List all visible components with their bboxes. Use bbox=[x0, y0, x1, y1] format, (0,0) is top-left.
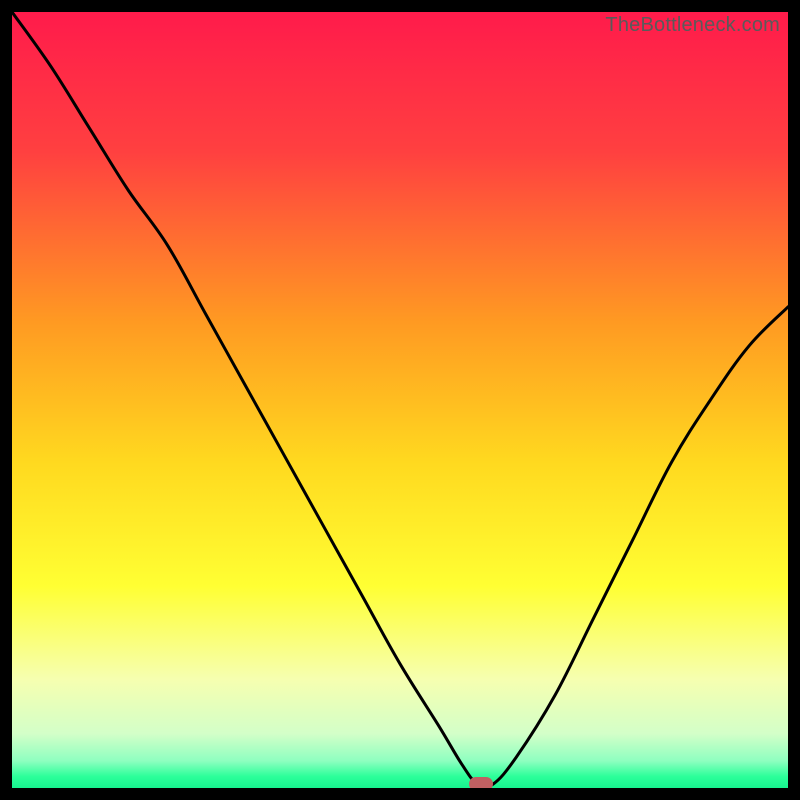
plot-area: TheBottleneck.com bbox=[12, 12, 788, 788]
chart-frame: TheBottleneck.com bbox=[0, 0, 800, 800]
watermark-text: TheBottleneck.com bbox=[605, 14, 780, 37]
optimal-point-marker bbox=[469, 777, 493, 788]
gradient-background bbox=[12, 12, 788, 788]
